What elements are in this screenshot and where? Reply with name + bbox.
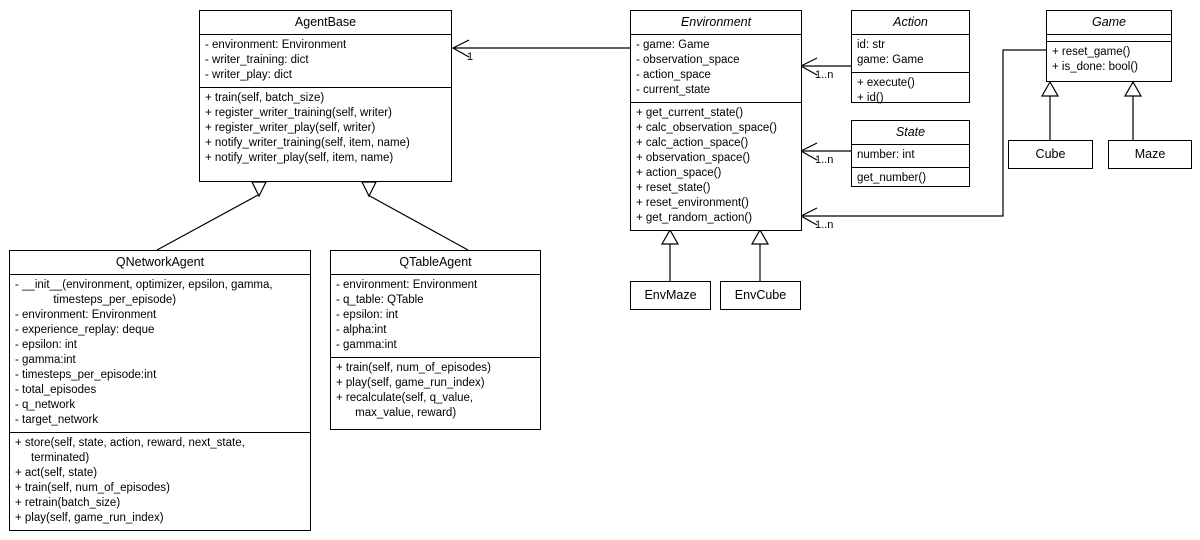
method: + play(self, game_run_index) <box>15 512 164 524</box>
class-box-envmaze[interactable]: EnvMaze <box>630 281 711 310</box>
class-name-state: State <box>852 121 969 145</box>
method: + calc_observation_space() <box>636 122 777 134</box>
attributes-state: number: int <box>852 145 969 168</box>
attributes-qtableagent: - environment: Environment - q_table: QT… <box>331 275 540 358</box>
class-name-cube: Cube <box>1035 147 1066 161</box>
multiplicity-agentbase-environment: 1 <box>467 51 474 63</box>
class-box-cube[interactable]: Cube <box>1008 140 1093 169</box>
attribute: - q_network <box>15 399 76 411</box>
method: + is_done: bool() <box>1052 61 1138 73</box>
method: + train(self, batch_size) <box>205 92 325 104</box>
edge-qnetworkagent-agentbase <box>156 194 259 251</box>
method: + reset_state() <box>636 182 711 194</box>
method: + get_random_action() <box>636 212 753 224</box>
method: + retrain(batch_size) <box>15 497 121 509</box>
attribute: - timesteps_per_episode:int <box>15 369 157 381</box>
methods-environment: + get_current_state() + calc_observation… <box>631 103 801 230</box>
class-name-qnetworkagent: QNetworkAgent <box>10 251 310 275</box>
multiplicity-environment-action: 1..n <box>815 69 834 81</box>
attribute: number: int <box>857 149 915 161</box>
attribute: - writer_training: dict <box>205 54 309 66</box>
uml-diagram-canvas: 1 1..n 1..n 1..n AgentBase - environment… <box>0 0 1200 540</box>
attribute: - environment: Environment <box>336 279 478 291</box>
attribute: - gamma:int <box>15 354 76 366</box>
attribute: - gamma:int <box>336 339 397 351</box>
attribute: - action_space <box>636 69 711 81</box>
attribute: - game: Game <box>636 39 710 51</box>
method: + reset_game() <box>1052 46 1131 58</box>
attribute: game: Game <box>857 54 924 66</box>
attribute: - alpha:int <box>336 324 387 336</box>
generalization-triangle-maze <box>1123 80 1143 97</box>
class-box-qnetworkagent[interactable]: QNetworkAgent - __init__(environment, op… <box>9 250 311 531</box>
generalization-triangle-cube <box>1040 80 1060 97</box>
multiplicity-environment-game: 1..n <box>815 219 834 231</box>
method: + get_current_state() <box>636 107 744 119</box>
attribute: - target_network <box>15 414 99 426</box>
method: + register_writer_play(self, writer) <box>205 122 376 134</box>
attribute: id: str <box>857 39 886 51</box>
generalization-triangle-qnetworkagent <box>251 181 267 198</box>
methods-agentbase: + train(self, batch_size) + register_wri… <box>200 88 451 170</box>
generalization-triangle-envmaze <box>660 228 680 245</box>
attribute: - current_state <box>636 84 711 96</box>
method: + id() <box>857 92 884 104</box>
class-name-maze: Maze <box>1134 147 1166 161</box>
class-name-game: Game <box>1047 11 1171 35</box>
attributes-agentbase: - environment: Environment - writer_trai… <box>200 35 451 88</box>
attributes-environment: - game: Game - observation_space - actio… <box>631 35 801 103</box>
method: + store(self, state, action, reward, nex… <box>15 437 245 464</box>
method: + reset_environment() <box>636 197 749 209</box>
method: + notify_writer_play(self, item, name) <box>205 152 394 164</box>
class-name-environment: Environment <box>631 11 801 35</box>
attribute: - q_table: QTable <box>336 294 424 306</box>
method: + train(self, num_of_episodes) <box>336 362 492 374</box>
methods-action: + execute() + id() <box>852 73 969 110</box>
class-name-action: Action <box>852 11 969 35</box>
generalization-triangle-qtableagent <box>361 181 377 198</box>
class-box-qtableagent[interactable]: QTableAgent - environment: Environment -… <box>330 250 541 430</box>
attribute: - epsilon: int <box>336 309 399 321</box>
generalization-triangle-envcube <box>750 228 770 245</box>
class-name-qtableagent: QTableAgent <box>331 251 540 275</box>
class-name-envcube: EnvCube <box>734 288 787 302</box>
class-box-game[interactable]: Game + reset_game() + is_done: bool() <box>1046 10 1172 82</box>
class-box-maze[interactable]: Maze <box>1108 140 1192 169</box>
method: + recalculate(self, q_value, max_value, … <box>336 392 474 419</box>
methods-qnetworkagent: + store(self, state, action, reward, nex… <box>10 433 310 530</box>
method: + train(self, num_of_episodes) <box>15 482 171 494</box>
method: + play(self, game_run_index) <box>336 377 485 389</box>
attributes-game <box>1047 35 1171 42</box>
method: + register_writer_training(self, writer) <box>205 107 392 119</box>
class-box-environment[interactable]: Environment - game: Game - observation_s… <box>630 10 802 231</box>
method: + act(self, state) <box>15 467 98 479</box>
class-box-state[interactable]: State number: int get_number() <box>851 120 970 187</box>
method: get_number() <box>857 172 927 184</box>
multiplicity-environment-state: 1..n <box>815 154 834 166</box>
attribute: - writer_play: dict <box>205 69 292 81</box>
attribute: - environment: Environment <box>15 309 157 321</box>
methods-state: get_number() <box>852 168 969 190</box>
attributes-qnetworkagent: - __init__(environment, optimizer, epsil… <box>10 275 310 433</box>
method: + notify_writer_training(self, item, nam… <box>205 137 410 149</box>
attribute: - experience_replay: deque <box>15 324 155 336</box>
class-name-agentbase: AgentBase <box>200 11 451 35</box>
edge-qtableagent-agentbase <box>367 194 469 251</box>
class-box-agentbase[interactable]: AgentBase - environment: Environment - w… <box>199 10 452 182</box>
attribute: - __init__(environment, optimizer, epsil… <box>15 279 273 306</box>
class-name-envmaze: EnvMaze <box>644 288 697 302</box>
attribute: - observation_space <box>636 54 740 66</box>
methods-game: + reset_game() + is_done: bool() <box>1047 42 1171 79</box>
class-box-action[interactable]: Action id: str game: Game + execute() + … <box>851 10 970 104</box>
attribute: - total_episodes <box>15 384 97 396</box>
methods-qtableagent: + train(self, num_of_episodes) + play(se… <box>331 358 540 425</box>
method: + calc_action_space() <box>636 137 749 149</box>
method: + observation_space() <box>636 152 751 164</box>
method: + execute() <box>857 77 915 89</box>
class-box-envcube[interactable]: EnvCube <box>720 281 801 310</box>
method: + action_space() <box>636 167 722 179</box>
attribute: - epsilon: int <box>15 339 78 351</box>
attribute: - environment: Environment <box>205 39 347 51</box>
attributes-action: id: str game: Game <box>852 35 969 73</box>
